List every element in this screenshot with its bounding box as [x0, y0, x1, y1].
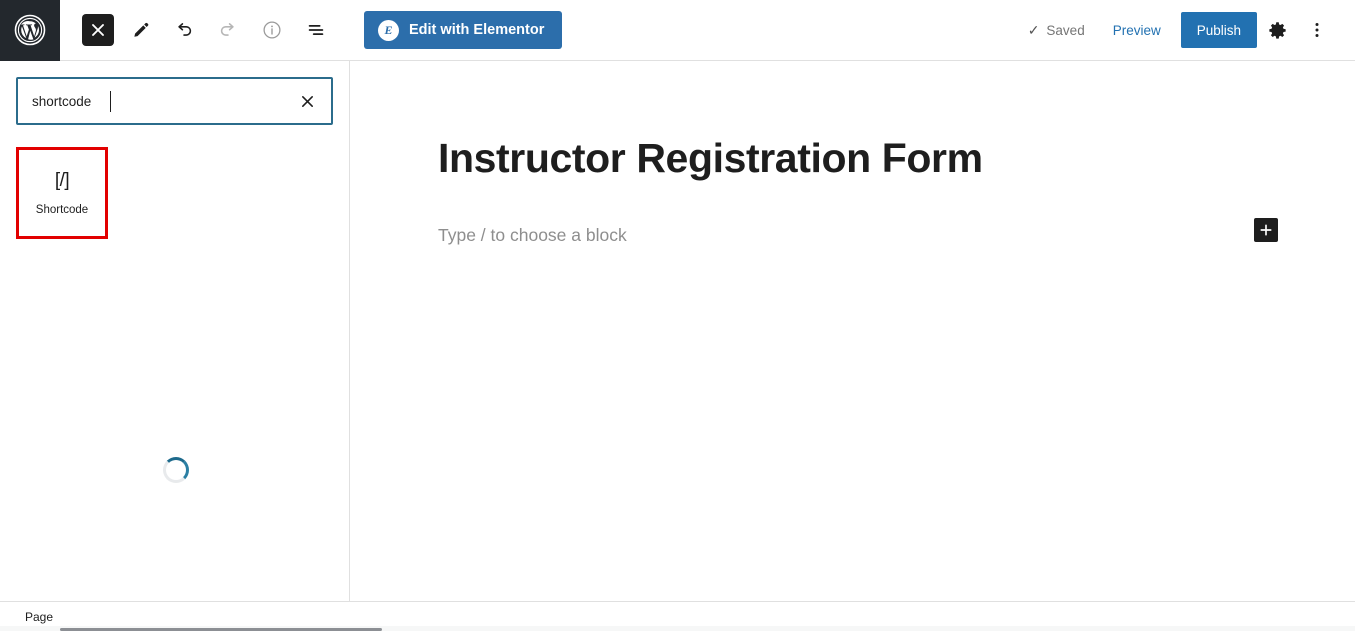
editor-tools-group [60, 12, 334, 48]
check-icon: ✓ [1027, 21, 1040, 38]
loading-spinner [163, 457, 189, 483]
text-caret [110, 91, 111, 112]
close-block-inserter-button[interactable] [82, 14, 114, 46]
pencil-icon [133, 22, 148, 37]
block-search-results: [/] Shortcode [0, 125, 349, 239]
redo-arrow-icon [220, 23, 234, 36]
undo-arrow-icon [178, 23, 192, 36]
block-inserter-panel: [/] Shortcode [0, 61, 350, 601]
search-input[interactable] [18, 79, 287, 123]
publish-button[interactable]: Publish [1180, 12, 1257, 48]
editor-bottom-bar: Page [0, 601, 1355, 631]
list-view-button[interactable] [298, 12, 334, 48]
block-search-wrapper [0, 61, 349, 125]
preview-button[interactable]: Preview [1099, 23, 1175, 38]
more-options-button[interactable] [1297, 10, 1337, 50]
close-x-icon [92, 24, 104, 36]
settings-button[interactable] [1257, 10, 1297, 50]
editor-canvas[interactable]: Instructor Registration Form Type / to c… [350, 61, 1355, 601]
shortcode-icon: [/] [54, 170, 70, 191]
close-x-icon [301, 95, 313, 107]
wordpress-logo-icon[interactable] [0, 0, 60, 61]
block-item-label: Shortcode [35, 204, 89, 216]
page-title[interactable]: Instructor Registration Form [438, 135, 983, 182]
plus-icon [1260, 224, 1272, 236]
block-search-box[interactable] [16, 77, 333, 125]
clear-search-button[interactable] [287, 81, 327, 121]
empty-block-placeholder[interactable]: Type / to choose a block [438, 225, 627, 246]
gear-icon [1268, 21, 1286, 39]
topbar-right-actions: ✓ Saved Preview Publish [1014, 10, 1355, 50]
edit-with-elementor-label: Edit with Elementor [409, 22, 545, 38]
details-button[interactable] [254, 12, 290, 48]
elementor-logo-icon: E [378, 19, 399, 41]
breadcrumb[interactable]: Page [25, 610, 53, 624]
saved-label: Saved [1046, 22, 1085, 38]
saved-status[interactable]: ✓ Saved [1014, 22, 1099, 39]
block-item-shortcode[interactable]: [/] Shortcode [16, 147, 108, 239]
horizontal-scrollbar[interactable] [0, 626, 1355, 631]
spinner-ring-icon [163, 457, 189, 483]
info-circle-icon [263, 21, 281, 39]
wordpress-block-editor: E Edit with Elementor ✓ Saved Preview Pu… [0, 0, 1355, 631]
undo-button[interactable] [166, 12, 202, 48]
edit-with-elementor-button[interactable]: E Edit with Elementor [364, 11, 563, 49]
redo-button[interactable] [210, 12, 246, 48]
add-block-button[interactable] [1254, 218, 1278, 242]
list-view-icon [308, 25, 324, 35]
three-dots-vertical-icon [1315, 23, 1319, 37]
editor-top-bar: E Edit with Elementor ✓ Saved Preview Pu… [0, 0, 1355, 61]
editor-body: [/] Shortcode Instructor Registration Fo… [0, 61, 1355, 601]
edit-tool-button[interactable] [122, 12, 158, 48]
